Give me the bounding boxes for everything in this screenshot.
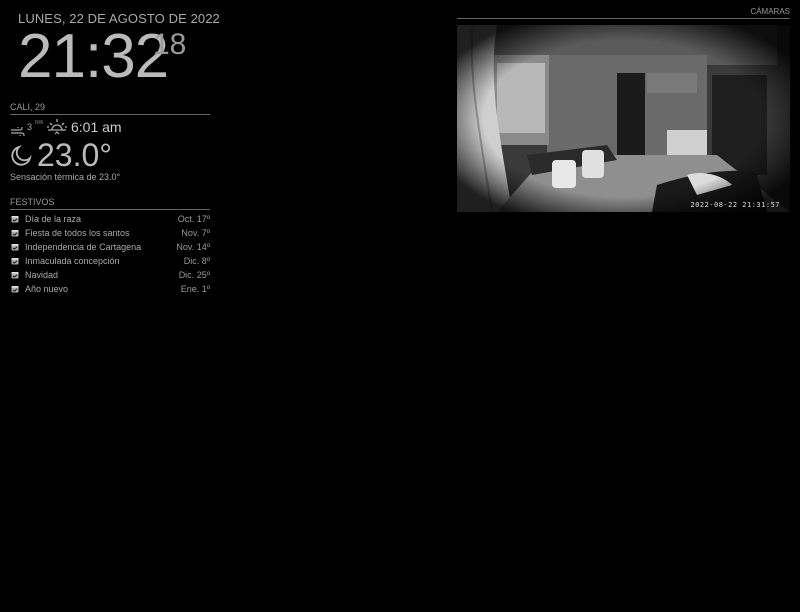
calendar-check-icon	[11, 271, 19, 281]
holiday-row: Fiesta de todos los santos Nov. 7º	[10, 226, 210, 240]
holiday-date: Nov. 14º	[176, 242, 210, 252]
holiday-title: Año nuevo	[25, 284, 69, 294]
holidays-header: FESTIVOS	[10, 197, 210, 210]
holiday-title: Navidad	[25, 270, 59, 280]
calendar-check-icon	[11, 257, 19, 267]
calendar-check-icon	[11, 285, 19, 295]
wind-speed: 3	[27, 122, 33, 132]
holiday-title: Fiesta de todos los santos	[25, 228, 130, 238]
holiday-date: Nov. 7º	[181, 228, 210, 238]
weather-header: CALI, 29	[10, 102, 210, 115]
holiday-title: Inmaculada concepción	[25, 256, 120, 266]
holiday-row: Navidad Dic. 25º	[10, 268, 210, 282]
holiday-row: Independencia de Cartagena Nov. 14º	[10, 240, 210, 254]
moon-icon	[10, 145, 32, 172]
calendar-check-icon	[11, 215, 19, 225]
clock-seconds: 18	[153, 28, 187, 61]
feels-like: Sensación térmica de 23.0°	[10, 172, 121, 182]
camera-feed: 2022-08-22 21:31:57	[457, 25, 790, 212]
holiday-row: Año nuevo Ene. 1º	[10, 282, 210, 296]
holiday-title: Día de la raza	[25, 214, 82, 224]
holiday-row: Inmaculada concepción Dic. 8º	[10, 254, 210, 268]
clock: 21:32 18	[18, 26, 186, 88]
weather-current-row: 23.0°	[10, 137, 210, 173]
holiday-date: Dic. 25º	[178, 270, 210, 280]
clock-time: 21:32	[18, 22, 169, 91]
holiday-date: Dic. 8º	[183, 256, 210, 266]
holiday-title: Independencia de Cartagena	[25, 242, 142, 252]
holidays-list: Día de la raza Oct. 17º Fiesta de todos lo…	[10, 212, 210, 296]
holiday-date: Oct. 17º	[177, 214, 210, 224]
sunrise-time: 6:01 am	[71, 119, 122, 135]
cameras-header: CÁMARAS	[457, 7, 790, 19]
holiday-row: Día de la raza Oct. 17º	[10, 212, 210, 226]
calendar-check-icon	[11, 243, 19, 253]
calendar-check-icon	[11, 229, 19, 239]
holiday-date: Ene. 1º	[180, 284, 210, 294]
wind-direction: NW	[35, 120, 44, 126]
camera-timestamp: 2022-08-22 21:31:57	[690, 201, 780, 209]
current-temperature: 23.0°	[37, 137, 113, 173]
weather-wind-sunrise-row: 3 NW 6:01 am	[10, 118, 210, 138]
